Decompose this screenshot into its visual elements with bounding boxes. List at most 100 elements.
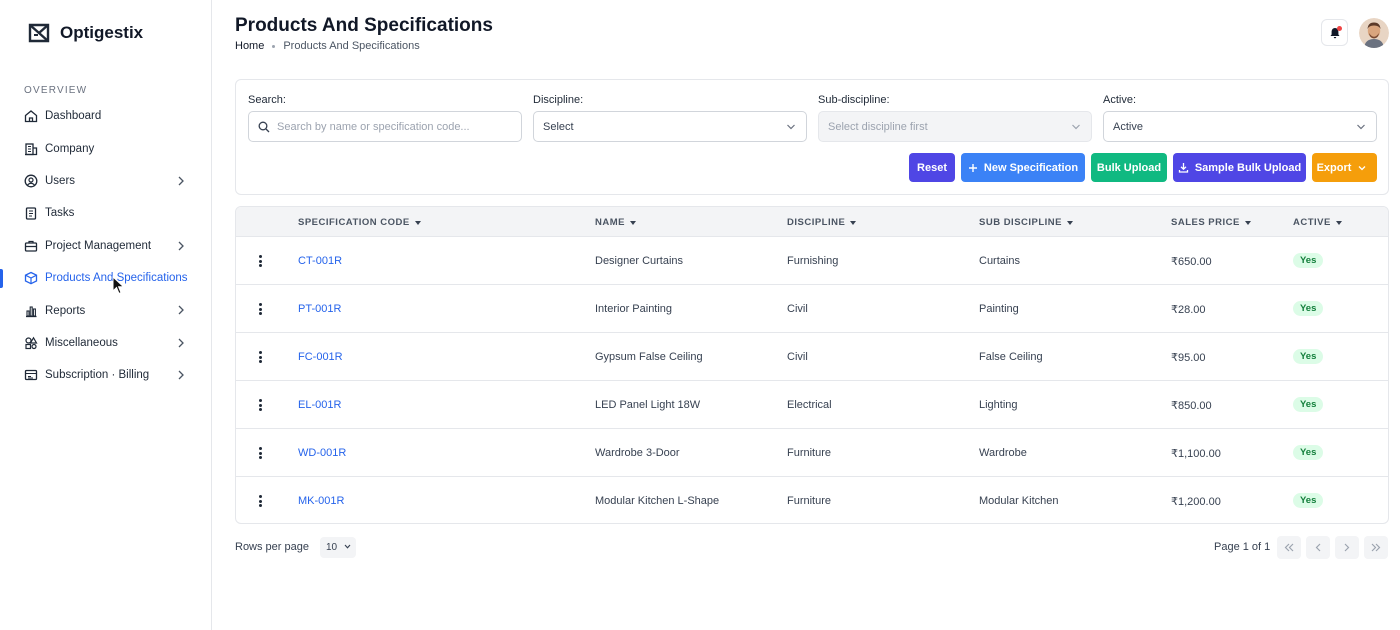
cell-specification-code[interactable]: EL-001R: [298, 399, 341, 411]
chevron-down-icon: [1358, 165, 1366, 170]
row-actions-kebab-icon[interactable]: [257, 397, 263, 413]
search-input[interactable]: [277, 120, 497, 133]
cell-sub-discipline: Painting: [979, 303, 1019, 315]
cell-sub-discipline: False Ceiling: [979, 351, 1043, 363]
last-page-button[interactable]: [1364, 536, 1388, 559]
mouse-cursor-icon: [112, 276, 125, 295]
avatar-image: [1359, 18, 1389, 48]
cell-discipline: Furnishing: [787, 255, 839, 267]
discipline-select-value: Select: [543, 120, 574, 133]
chevron-down-icon: [1072, 124, 1080, 130]
double-chevron-left-icon: [1284, 543, 1294, 552]
cell-name: Gypsum False Ceiling: [595, 351, 703, 363]
discipline-label: Discipline:: [533, 94, 584, 106]
table-row: MK-001R Modular Kitchen L-Shape Furnitur…: [236, 477, 1388, 523]
first-page-button[interactable]: [1277, 536, 1301, 559]
reset-button[interactable]: Reset: [909, 153, 955, 182]
sidebar-item-label: Company: [45, 142, 95, 155]
sidebar-item-miscellaneous[interactable]: Miscellaneous: [0, 327, 211, 359]
app-name: Optigestix: [60, 23, 144, 42]
cell-sales-price: ₹1,200.00: [1171, 496, 1221, 508]
row-actions-kebab-icon[interactable]: [257, 253, 263, 269]
sidebar-item-products-and-specifications[interactable]: Products And Specifications: [0, 262, 211, 294]
sort-caret-icon: [629, 220, 636, 225]
cell-specification-code[interactable]: PT-001R: [298, 303, 341, 315]
row-actions-kebab-icon[interactable]: [257, 349, 263, 365]
sidebar-item-subscription-billing[interactable]: Subscription · Billing: [0, 359, 211, 391]
status-badge: Yes: [1293, 397, 1324, 412]
table-header: SPECIFICATION CODE NAME DISCIPLINE SUB D…: [236, 207, 1388, 237]
main-content: Products And Specifications Home Product…: [212, 0, 1400, 630]
brand[interactable]: Optigestix: [28, 22, 143, 44]
cell-name: LED Panel Light 18W: [595, 399, 701, 411]
sidebar-item-label: Project Management: [45, 239, 152, 252]
cell-specification-code[interactable]: FC-001R: [298, 351, 343, 363]
column-header-label: SALES PRICE: [1171, 217, 1240, 228]
cell-discipline: Civil: [787, 351, 808, 363]
search-field[interactable]: [248, 111, 522, 142]
cell-name: Designer Curtains: [595, 255, 684, 267]
cell-discipline: Furniture: [787, 447, 832, 459]
plus-icon: [968, 163, 977, 172]
sidebar-item-users[interactable]: Users: [0, 165, 211, 197]
row-actions-kebab-icon[interactable]: [257, 301, 263, 317]
row-actions-kebab-icon[interactable]: [257, 493, 263, 509]
sidebar-item-tasks[interactable]: Tasks: [0, 197, 211, 229]
column-header-sub-discipline[interactable]: SUB DISCIPLINE: [979, 217, 1074, 228]
sub-discipline-select[interactable]: Select discipline first: [818, 111, 1092, 142]
new-specification-button[interactable]: New Specification: [961, 153, 1085, 182]
discipline-select[interactable]: Select: [533, 111, 807, 142]
cell-specification-code[interactable]: MK-001R: [298, 495, 344, 507]
bulk-upload-button[interactable]: Bulk Upload: [1091, 153, 1167, 182]
table-row: FC-001R Gypsum False Ceiling Civil False…: [236, 333, 1388, 381]
chevron-down-icon: [787, 124, 795, 130]
sidebar-item-company[interactable]: Company: [0, 132, 211, 164]
sort-caret-icon: [1335, 220, 1342, 225]
notifications-button[interactable]: [1321, 19, 1348, 46]
filters-panel: Search: Discipline: Select Sub-disciplin…: [235, 79, 1389, 195]
sidebar-item-label: Tasks: [45, 207, 75, 220]
cell-specification-code[interactable]: WD-001R: [298, 447, 346, 459]
chevron-right-icon: [178, 176, 184, 186]
export-button[interactable]: Export: [1312, 153, 1377, 182]
sidebar-item-label: Users: [45, 174, 76, 187]
cell-name: Modular Kitchen L-Shape: [595, 495, 720, 507]
sub-discipline-select-value: Select discipline first: [828, 120, 928, 133]
column-header-name[interactable]: NAME: [595, 217, 636, 228]
sort-caret-icon: [1244, 220, 1251, 225]
previous-page-button[interactable]: [1306, 536, 1330, 559]
cell-sub-discipline: Wardrobe: [979, 447, 1027, 459]
cell-sales-price: ₹28.00: [1171, 304, 1206, 316]
row-actions-kebab-icon[interactable]: [257, 445, 263, 461]
sample-bulk-upload-button[interactable]: Sample Bulk Upload: [1173, 153, 1306, 182]
clipboard-icon: [25, 207, 37, 221]
rows-per-page-select[interactable]: 10: [320, 537, 356, 558]
sidebar-item-reports[interactable]: Reports: [0, 294, 211, 326]
new-specification-label: New Specification: [983, 161, 1079, 174]
shapes-icon: [25, 336, 38, 350]
column-header-discipline[interactable]: DISCIPLINE: [787, 217, 857, 228]
cell-specification-code[interactable]: CT-001R: [298, 255, 342, 267]
column-header-sales-price[interactable]: SALES PRICE: [1171, 217, 1251, 228]
column-header-specification-code[interactable]: SPECIFICATION CODE: [298, 217, 421, 228]
cell-sales-price: ₹650.00: [1171, 256, 1212, 268]
sidebar-item-project-management[interactable]: Project Management: [0, 230, 211, 262]
sidebar-nav: Dashboard Company Users Tasks Project Ma…: [0, 100, 211, 392]
active-select[interactable]: Active: [1103, 111, 1377, 142]
download-icon: [1178, 163, 1188, 173]
user-avatar[interactable]: [1359, 18, 1389, 48]
home-icon: [24, 110, 38, 123]
sidebar: Optigestix OVERVIEW Dashboard Company Us…: [0, 0, 212, 630]
box-icon: [24, 271, 38, 285]
chevron-down-icon: [344, 544, 351, 549]
export-label: Export: [1316, 161, 1352, 174]
sidebar-item-label: Reports: [45, 304, 86, 317]
cell-sub-discipline: Modular Kitchen: [979, 495, 1059, 507]
status-badge: Yes: [1293, 445, 1324, 460]
next-page-button[interactable]: [1335, 536, 1359, 559]
column-header-active[interactable]: ACTIVE: [1293, 217, 1342, 228]
bulk-upload-label: Bulk Upload: [1096, 161, 1162, 174]
breadcrumb-home[interactable]: Home: [235, 40, 264, 52]
rows-per-page-label: Rows per page: [235, 541, 309, 553]
sidebar-item-dashboard[interactable]: Dashboard: [0, 100, 211, 132]
